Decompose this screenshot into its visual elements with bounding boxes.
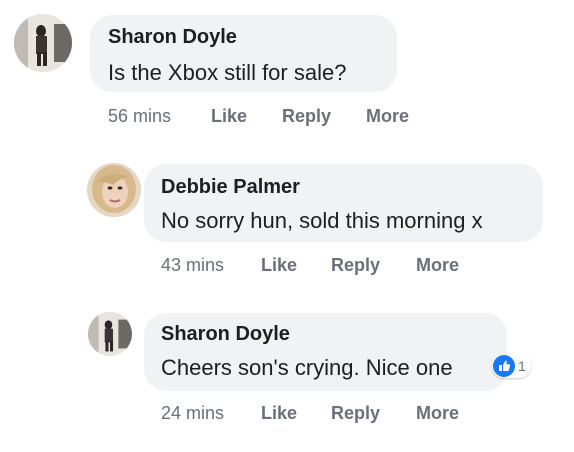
reply-button[interactable]: Reply (331, 255, 380, 276)
avatar[interactable] (14, 14, 72, 72)
more-button[interactable]: More (416, 403, 459, 424)
thumbs-up-icon (493, 355, 515, 377)
like-button[interactable]: Like (211, 106, 247, 127)
author-name[interactable]: Sharon Doyle (108, 26, 237, 49)
reply-button[interactable]: Reply (282, 106, 331, 127)
author-name[interactable]: Sharon Doyle (161, 323, 290, 346)
comment-text: Is the Xbox still for sale? (108, 60, 347, 85)
timestamp[interactable]: 24 mins (161, 403, 224, 424)
more-button[interactable]: More (416, 255, 459, 276)
comment-text: No sorry hun, sold this morning x (161, 208, 483, 233)
timestamp[interactable]: 56 mins (108, 106, 171, 127)
timestamp[interactable]: 43 mins (161, 255, 224, 276)
profile-photo-icon (88, 312, 132, 356)
reply-button[interactable]: Reply (331, 403, 380, 424)
like-button[interactable]: Like (261, 403, 297, 424)
author-name[interactable]: Debbie Palmer (161, 176, 300, 199)
more-button[interactable]: More (366, 106, 409, 127)
profile-photo-icon (14, 14, 72, 72)
like-button[interactable]: Like (261, 255, 297, 276)
avatar[interactable] (88, 312, 132, 356)
avatar[interactable] (87, 163, 141, 217)
reaction-count: 1 (518, 358, 526, 374)
profile-photo-icon (87, 163, 141, 217)
reaction-badge[interactable]: 1 (492, 354, 531, 378)
comment-text: Cheers son's crying. Nice one (161, 355, 453, 380)
